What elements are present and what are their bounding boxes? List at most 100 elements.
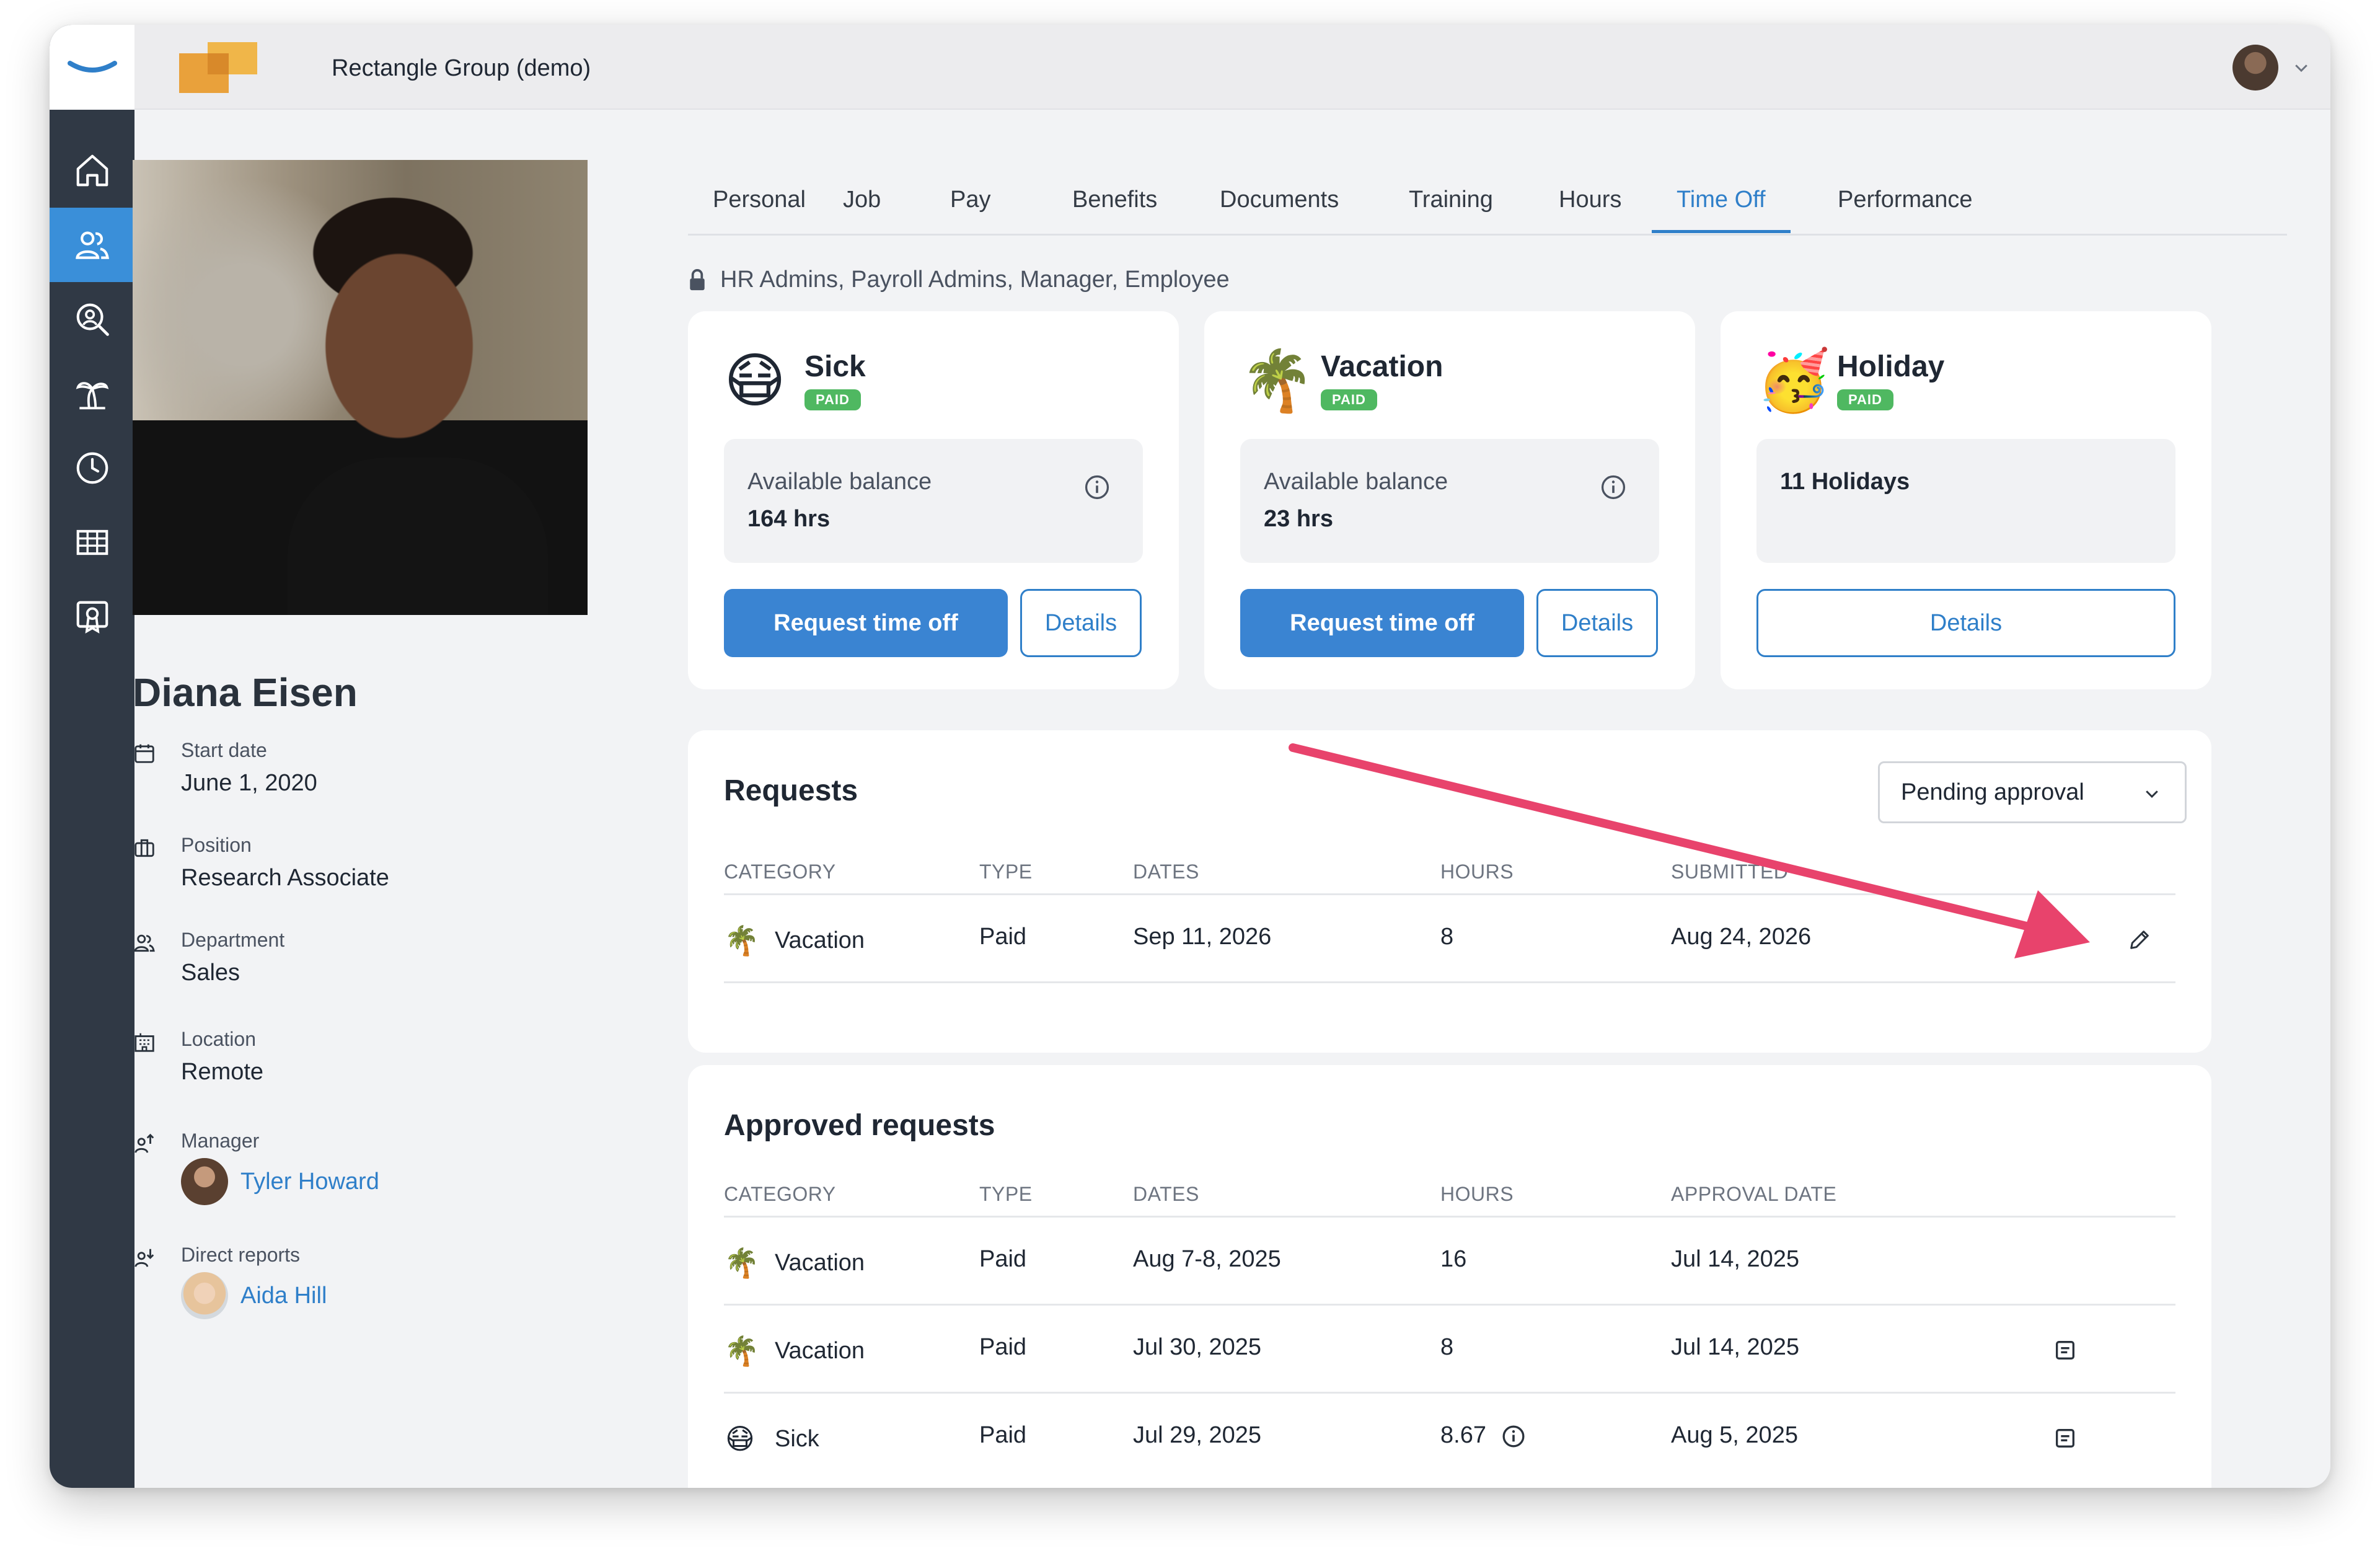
column-header: TYPE xyxy=(979,860,1033,883)
chevron-down-icon[interactable] xyxy=(2292,58,2311,77)
certificate-icon xyxy=(76,601,108,634)
hours-cell: 8 xyxy=(1440,1334,1454,1360)
table-row[interactable]: 😷 Sick Paid Jul 29, 2025 8.67 Aug 5, 2025 xyxy=(724,1394,2175,1482)
person-name: Diana Eisen xyxy=(133,670,358,715)
column-header: DATES xyxy=(1133,1183,1199,1205)
app-window: Rectangle Group (demo) Diana Eisen Start… xyxy=(50,25,2330,1488)
department-label: Department xyxy=(181,929,285,951)
sidebar-item-training[interactable] xyxy=(50,580,134,654)
position-label: Position xyxy=(181,834,252,856)
type-cell: Paid xyxy=(979,1422,1027,1448)
approved-table: CATEGORY TYPE DATES HOURS APPROVAL DATE … xyxy=(724,1174,2175,1488)
start-date-row: Start date June 1, 2020 xyxy=(133,739,604,801)
location-label: Location xyxy=(181,1028,256,1050)
sick-face-icon: 😷 xyxy=(725,1423,755,1455)
request-time-off-button[interactable]: Request time off xyxy=(1240,589,1524,657)
tab-training[interactable]: Training xyxy=(1384,181,1518,233)
table-row[interactable]: 🌴 Vacation Paid Jul 30, 2025 8 Jul 14, 20… xyxy=(724,1306,2175,1394)
tab-benefits[interactable]: Benefits xyxy=(1047,181,1182,233)
policy-title: Vacation xyxy=(1321,350,1443,383)
table-row[interactable]: 🌴 Vacation Paid Aug 7-8, 2025 16 Jul 14, … xyxy=(724,1218,2175,1306)
direct-report-link[interactable]: Aida Hill xyxy=(181,1272,327,1319)
direct-report-avatar xyxy=(181,1272,228,1319)
table-header: CATEGORY TYPE DATES HOURS SUBMITTED xyxy=(724,852,2175,895)
manager-row: Manager Tyler Howard xyxy=(133,1130,604,1216)
tab-documents[interactable]: Documents xyxy=(1195,181,1364,233)
user-search-icon xyxy=(76,303,109,336)
tab-job[interactable]: Job xyxy=(818,181,906,233)
type-cell: Paid xyxy=(979,924,1027,950)
sidebar-item-reports[interactable] xyxy=(50,505,134,580)
user-avatar[interactable] xyxy=(2232,45,2278,91)
app-logo[interactable] xyxy=(50,25,134,110)
sick-policy-card: 😷 Sick PAID Available balance 164 hrs Re… xyxy=(688,311,1179,689)
category-text: Vacation xyxy=(775,1250,865,1276)
party-face-icon: 🥳 xyxy=(1756,348,1831,414)
direct-reports-label: Direct reports xyxy=(181,1244,301,1266)
requests-table: CATEGORY TYPE DATES HOURS SUBMITTED 🌴 Vac… xyxy=(724,852,2175,1038)
company-logo xyxy=(179,42,257,93)
smile-logo-icon xyxy=(67,60,117,73)
top-bar: Rectangle Group (demo) xyxy=(134,25,2330,110)
table-header: CATEGORY TYPE DATES HOURS APPROVAL DATE xyxy=(724,1174,2175,1218)
table-row[interactable]: 🌴 Vacation Paid Sep 11, 2026 8 Aug 24, 20… xyxy=(724,895,2175,983)
details-button[interactable]: Details xyxy=(1756,589,2175,657)
hours-cell: 8.67 xyxy=(1440,1422,1526,1449)
holiday-count: 11 Holidays xyxy=(1780,469,1910,495)
palm-tree-icon: 🌴 xyxy=(724,1335,760,1367)
building-icon xyxy=(134,1033,154,1052)
info-icon[interactable] xyxy=(1083,474,1111,501)
column-header: TYPE xyxy=(979,1183,1033,1205)
dates-cell: Jul 30, 2025 xyxy=(1133,1334,1262,1360)
sidebar-item-time[interactable] xyxy=(50,431,134,505)
briefcase-icon xyxy=(134,839,154,857)
sidebar-item-time-off[interactable] xyxy=(50,356,134,431)
sidebar-item-search[interactable] xyxy=(50,282,134,356)
tab-personal[interactable]: Personal xyxy=(688,181,831,233)
tab-time-off[interactable]: Time Off xyxy=(1652,181,1791,233)
requests-card: Requests Pending approval CATEGORY TYPE … xyxy=(688,730,2211,1053)
status-filter-value: Pending approval xyxy=(1901,779,2084,805)
column-header: CATEGORY xyxy=(724,1183,836,1205)
manager-label: Manager xyxy=(181,1130,260,1152)
start-date-label: Start date xyxy=(181,739,267,761)
details-button[interactable]: Details xyxy=(1020,589,1142,657)
submitted-cell: Aug 24, 2026 xyxy=(1671,924,1812,950)
column-header: CATEGORY xyxy=(724,860,836,883)
request-time-off-button[interactable]: Request time off xyxy=(724,589,1008,657)
permissions-line: HR Admins, Payroll Admins, Manager, Empl… xyxy=(688,267,1230,293)
balance-label: Available balance xyxy=(1264,469,1448,495)
note-icon[interactable] xyxy=(2053,1426,2078,1451)
approved-requests-card: Approved requests CATEGORY TYPE DATES HO… xyxy=(688,1065,2211,1488)
column-header: HOURS xyxy=(1440,860,1514,883)
type-cell: Paid xyxy=(979,1334,1027,1360)
column-header: SUBMITTED xyxy=(1671,860,1789,883)
tab-pay[interactable]: Pay xyxy=(925,181,1015,233)
home-icon xyxy=(76,154,108,187)
chevron-down-icon xyxy=(2146,790,2158,798)
edit-pencil-icon[interactable] xyxy=(2127,927,2152,952)
tab-performance[interactable]: Performance xyxy=(1813,181,1998,233)
dates-cell: Sep 11, 2026 xyxy=(1133,924,1272,950)
vacation-policy-card: 🌴 Vacation PAID Available balance 23 hrs… xyxy=(1204,311,1695,689)
direct-report-name[interactable]: Aida Hill xyxy=(240,1283,327,1309)
sidebar-item-people[interactable] xyxy=(50,208,134,282)
type-cell: Paid xyxy=(979,1246,1027,1272)
table-icon xyxy=(76,529,108,555)
tab-hours[interactable]: Hours xyxy=(1534,181,1646,233)
status-filter-dropdown[interactable]: Pending approval xyxy=(1878,761,2187,823)
dates-cell: Jul 29, 2025 xyxy=(1133,1422,1262,1448)
manager-link[interactable]: Tyler Howard xyxy=(181,1158,379,1205)
info-icon[interactable] xyxy=(1600,474,1627,501)
note-icon[interactable] xyxy=(2053,1338,2078,1363)
manager-name[interactable]: Tyler Howard xyxy=(240,1169,379,1195)
details-button[interactable]: Details xyxy=(1536,589,1658,657)
lock-icon xyxy=(690,268,705,290)
sidebar-item-home[interactable] xyxy=(50,133,134,208)
palm-tree-icon: 🌴 xyxy=(1240,348,1315,414)
category-text: Vacation xyxy=(775,1338,865,1364)
balance-box: Available balance 23 hrs xyxy=(1240,439,1659,563)
people-icon xyxy=(134,934,155,952)
category-text: Sick xyxy=(775,1425,819,1452)
info-icon[interactable] xyxy=(1501,1424,1526,1449)
